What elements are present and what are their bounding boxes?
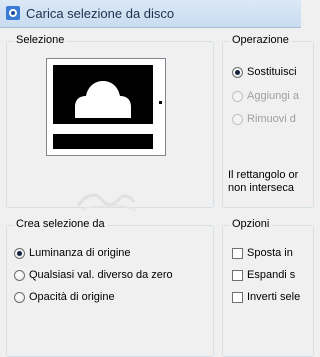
checkbox-espandi[interactable]: Espandi s: [232, 269, 295, 281]
radio-rimuovi[interactable]: Rimuovi d: [232, 113, 296, 125]
selection-preview[interactable]: [46, 58, 166, 156]
radio-qualsiasi-label: Qualsiasi val. diverso da zero: [29, 269, 173, 281]
selection-mask-preview: [53, 65, 153, 149]
radio-qualsiasi[interactable]: Qualsiasi val. diverso da zero: [14, 269, 173, 281]
radio-dot-icon: [232, 113, 243, 125]
radio-dot-icon: [14, 269, 25, 281]
window-title: Carica selezione da disco: [26, 6, 175, 21]
radio-opacita[interactable]: Opacità di origine: [14, 291, 115, 303]
radio-dot-icon: [14, 291, 25, 303]
watermark-logo-icon: [76, 193, 137, 211]
radio-sostituisci[interactable]: Sostituisci: [232, 66, 297, 78]
radio-dot-icon: [14, 247, 25, 259]
radio-rimuovi-label: Rimuovi d: [247, 113, 296, 125]
opzioni-group-label: Opzioni: [229, 218, 273, 230]
checkbox-inverti-label: Inverti sele: [247, 291, 301, 303]
radio-aggiungi-label: Aggiungi a: [247, 90, 299, 102]
checkbox-sposta[interactable]: Sposta in: [232, 247, 293, 259]
radio-dot-icon: [232, 90, 243, 102]
operazione-note-line2: non interseca: [228, 182, 295, 194]
mask-shape-icon: [53, 65, 153, 149]
radio-dot-icon: [232, 66, 243, 78]
checkbox-sposta-label: Sposta in: [247, 247, 293, 259]
radio-aggiungi[interactable]: Aggiungi a: [232, 90, 299, 102]
radio-luminanza[interactable]: Luminanza di origine: [14, 247, 131, 259]
checkbox-box-icon: [232, 247, 243, 259]
app-icon: [6, 6, 20, 20]
crea-selezione-group-label: Crea selezione da: [13, 218, 108, 230]
radio-opacita-label: Opacità di origine: [29, 291, 115, 303]
selezione-group-label: Selezione: [13, 34, 68, 46]
checkbox-box-icon: [232, 269, 243, 281]
preview-dropdown-marker[interactable]: [159, 101, 162, 104]
radio-sostituisci-label: Sostituisci: [247, 66, 297, 78]
checkbox-box-icon: [232, 291, 243, 303]
operazione-group-label: Operazione: [229, 34, 292, 46]
operazione-note-line1: Il rettangolo or: [228, 169, 299, 181]
radio-luminanza-label: Luminanza di origine: [29, 247, 131, 259]
title-bar[interactable]: Carica selezione da disco: [0, 0, 301, 28]
checkbox-espandi-label: Espandi s: [247, 269, 296, 281]
checkbox-inverti[interactable]: Inverti sele: [232, 291, 300, 303]
